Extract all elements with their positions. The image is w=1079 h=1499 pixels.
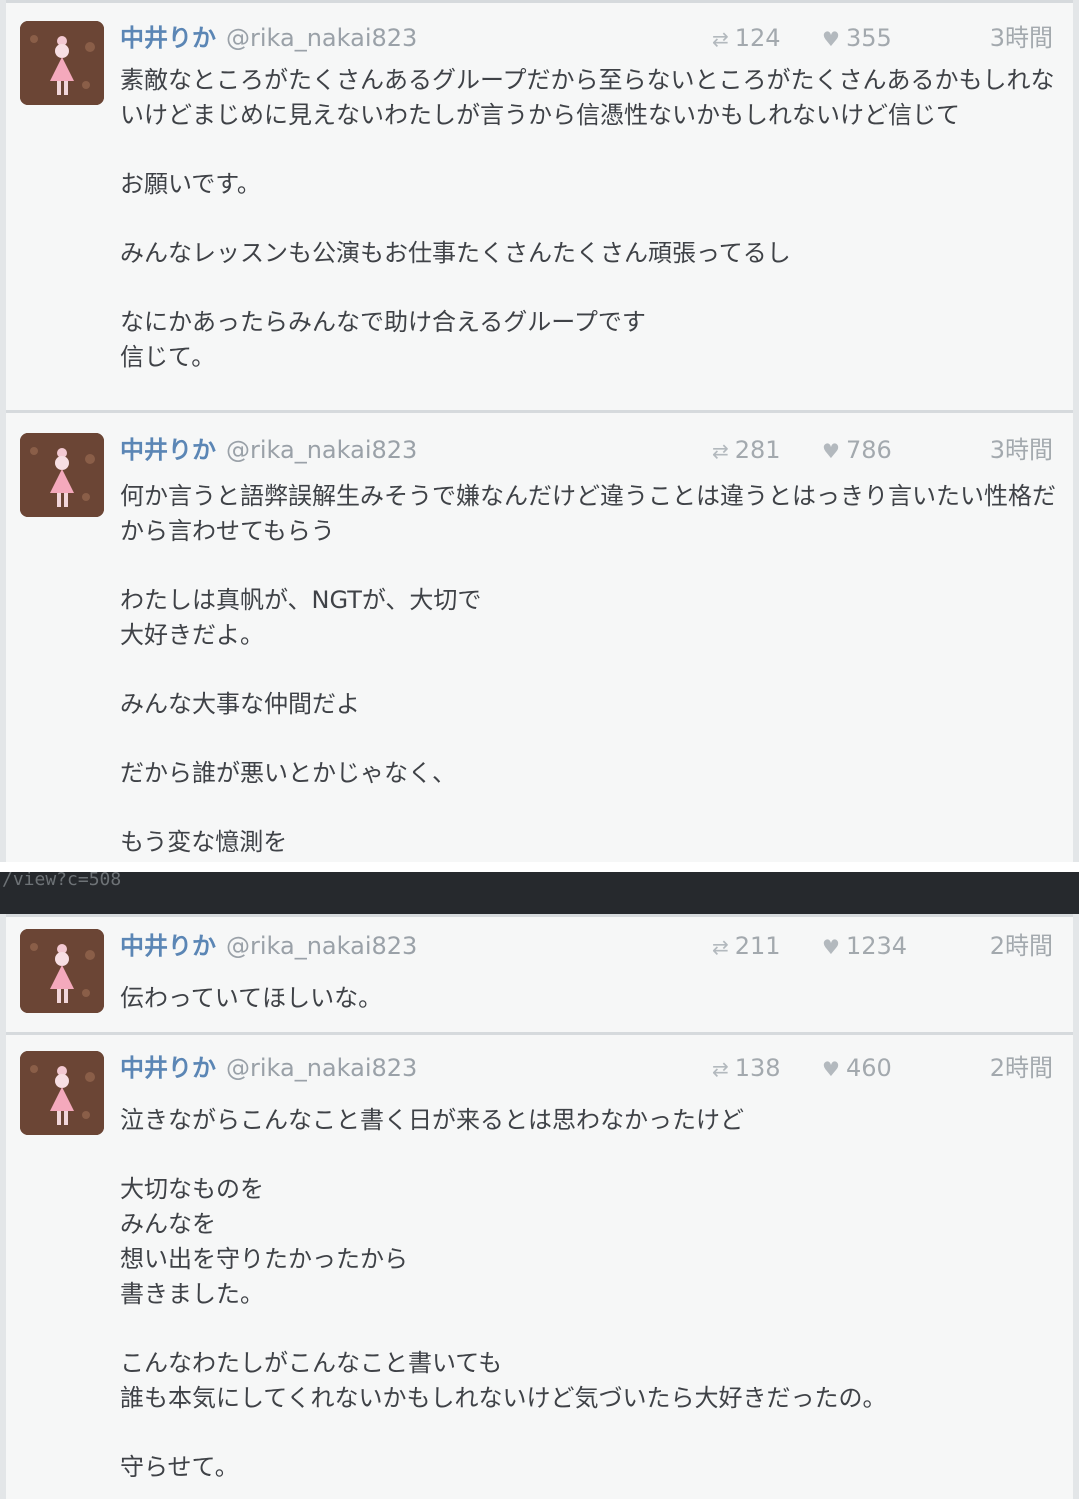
tweet-paragraph: 泣きながらこんなこと書く日が来るとは思わなかったけど bbox=[120, 1106, 744, 1134]
tweet-text: 泣きながらこんなこと書く日が来るとは思わなかったけど 大切なものを みんなを 想… bbox=[120, 1103, 1059, 1485]
user-name[interactable]: 中井りか bbox=[120, 21, 216, 55]
user-name[interactable]: 中井りか bbox=[120, 433, 216, 467]
url-fragment[interactable]: /view?c=508 bbox=[2, 872, 121, 891]
retweet-count[interactable]: ⇄ 138 bbox=[712, 1051, 781, 1086]
retweet-count-value: 138 bbox=[734, 1054, 781, 1082]
avatar[interactable] bbox=[20, 21, 104, 105]
tweet-paragraph: こんなわたしがこんなこと書いても 誰も本気にしてくれないかもしれないけど気づいた… bbox=[120, 1349, 887, 1412]
tweet-card: 中井りか @rika_nakai823 ⇄ 138 ♥ 460 2時間 泣きながらこ… bbox=[6, 1032, 1073, 1499]
timestamp[interactable]: 2時間 bbox=[990, 1051, 1053, 1085]
tweet-text: 何か言うと語弊誤解生みそうで嫌なんだけど違うことは違うとはっきり言いたい性格だか… bbox=[120, 479, 1059, 860]
heart-icon: ♥ bbox=[822, 935, 840, 959]
retweet-count[interactable]: ⇄ 211 bbox=[712, 929, 781, 964]
avatar-image-icon bbox=[20, 21, 104, 105]
tweet-paragraph: だから誰が悪いとかじゃなく、 bbox=[120, 759, 456, 787]
tweet-paragraph: なにかあったらみんなで助け合えるグループです 信じて。 bbox=[120, 308, 646, 371]
like-count[interactable]: ♥ 355 bbox=[822, 21, 892, 56]
like-count[interactable]: ♥ 460 bbox=[822, 1051, 892, 1086]
tweet-paragraph: 伝わっていてほしいな。 bbox=[120, 984, 383, 1012]
user-handle[interactable]: @rika_nakai823 bbox=[226, 929, 417, 963]
tweet-header: 中井りか @rika_nakai823 ⇄ 211 ♥ 1234 2時間 bbox=[120, 929, 1053, 963]
timestamp[interactable]: 3時間 bbox=[990, 21, 1053, 55]
retweet-count[interactable]: ⇄ 281 bbox=[712, 433, 781, 468]
tweet-paragraph: 何か言うと語弊誤解生みそうで嫌なんだけど違うことは違うとはっきり言いたい性格だか… bbox=[120, 482, 1056, 545]
avatar-image-icon bbox=[20, 433, 104, 517]
tweet-header: 中井りか @rika_nakai823 ⇄ 138 ♥ 460 2時間 bbox=[120, 1051, 1053, 1085]
browser-url-strip: /view?c=508 bbox=[0, 872, 1079, 914]
retweet-count-value: 281 bbox=[734, 436, 781, 464]
retweet-icon: ⇄ bbox=[712, 935, 729, 959]
heart-icon: ♥ bbox=[822, 439, 840, 463]
screenshot-separator bbox=[0, 862, 1079, 872]
tweet-text: 伝わっていてほしいな。 bbox=[120, 981, 1059, 1016]
tweet-paragraph: わたしは真帆が、NGTが、大切で 大好きだよ。 bbox=[120, 586, 482, 649]
retweet-icon: ⇄ bbox=[712, 1057, 729, 1081]
user-name[interactable]: 中井りか bbox=[120, 929, 216, 963]
timestamp[interactable]: 2時間 bbox=[990, 929, 1053, 963]
user-name[interactable]: 中井りか bbox=[120, 1051, 216, 1085]
like-count-value: 1234 bbox=[845, 932, 908, 960]
like-count-value: 460 bbox=[845, 1054, 892, 1082]
like-count[interactable]: ♥ 786 bbox=[822, 433, 892, 468]
tweet-header: 中井りか @rika_nakai823 ⇄ 124 ♥ 355 3時間 bbox=[120, 21, 1053, 55]
tweet-paragraph: みんなレッスンも公演もお仕事たくさんたくさん頑張ってるし bbox=[120, 239, 791, 267]
tweet-card: 中井りか @rika_nakai823 ⇄ 124 ♥ 355 3時間 素敵なところ… bbox=[6, 0, 1073, 410]
heart-icon: ♥ bbox=[822, 27, 840, 51]
like-count-value: 355 bbox=[845, 24, 892, 52]
heart-icon: ♥ bbox=[822, 1057, 840, 1081]
retweet-count[interactable]: ⇄ 124 bbox=[712, 21, 781, 56]
avatar[interactable] bbox=[20, 929, 104, 1013]
retweet-count-value: 124 bbox=[734, 24, 781, 52]
avatar-image-icon bbox=[20, 929, 104, 1013]
tweet-paragraph: もう変な憶測を bbox=[120, 828, 288, 856]
tweet-card: 中井りか @rika_nakai823 ⇄ 211 ♥ 1234 2時間 伝わってい… bbox=[6, 914, 1073, 1032]
tweet-header: 中井りか @rika_nakai823 ⇄ 281 ♥ 786 3時間 bbox=[120, 433, 1053, 467]
tweet-card: 中井りか @rika_nakai823 ⇄ 281 ♥ 786 3時間 何か言うと語… bbox=[6, 410, 1073, 862]
tweet-paragraph: お願いです。 bbox=[120, 170, 261, 198]
user-handle[interactable]: @rika_nakai823 bbox=[226, 433, 417, 467]
user-handle[interactable]: @rika_nakai823 bbox=[226, 1051, 417, 1085]
tweet-paragraph: みんな大事な仲間だよ bbox=[120, 690, 360, 718]
like-count-value: 786 bbox=[845, 436, 892, 464]
avatar[interactable] bbox=[20, 433, 104, 517]
timestamp[interactable]: 3時間 bbox=[990, 433, 1053, 467]
retweet-count-value: 211 bbox=[734, 932, 781, 960]
retweet-icon: ⇄ bbox=[712, 27, 729, 51]
tweet-paragraph: 大切なものを みんなを 想い出を守りたかったから 書きました。 bbox=[120, 1175, 408, 1308]
tweet-paragraph: 素敵なところがたくさんあるグループだから至らないところがたくさんあるかもしれない… bbox=[120, 66, 1055, 129]
tweet-text: 素敵なところがたくさんあるグループだから至らないところがたくさんあるかもしれない… bbox=[120, 63, 1059, 375]
avatar[interactable] bbox=[20, 1051, 104, 1135]
user-handle[interactable]: @rika_nakai823 bbox=[226, 21, 417, 55]
retweet-icon: ⇄ bbox=[712, 439, 729, 463]
avatar-image-icon bbox=[20, 1051, 104, 1135]
like-count[interactable]: ♥ 1234 bbox=[822, 929, 907, 964]
tweet-paragraph: 守らせて。 bbox=[120, 1453, 239, 1481]
